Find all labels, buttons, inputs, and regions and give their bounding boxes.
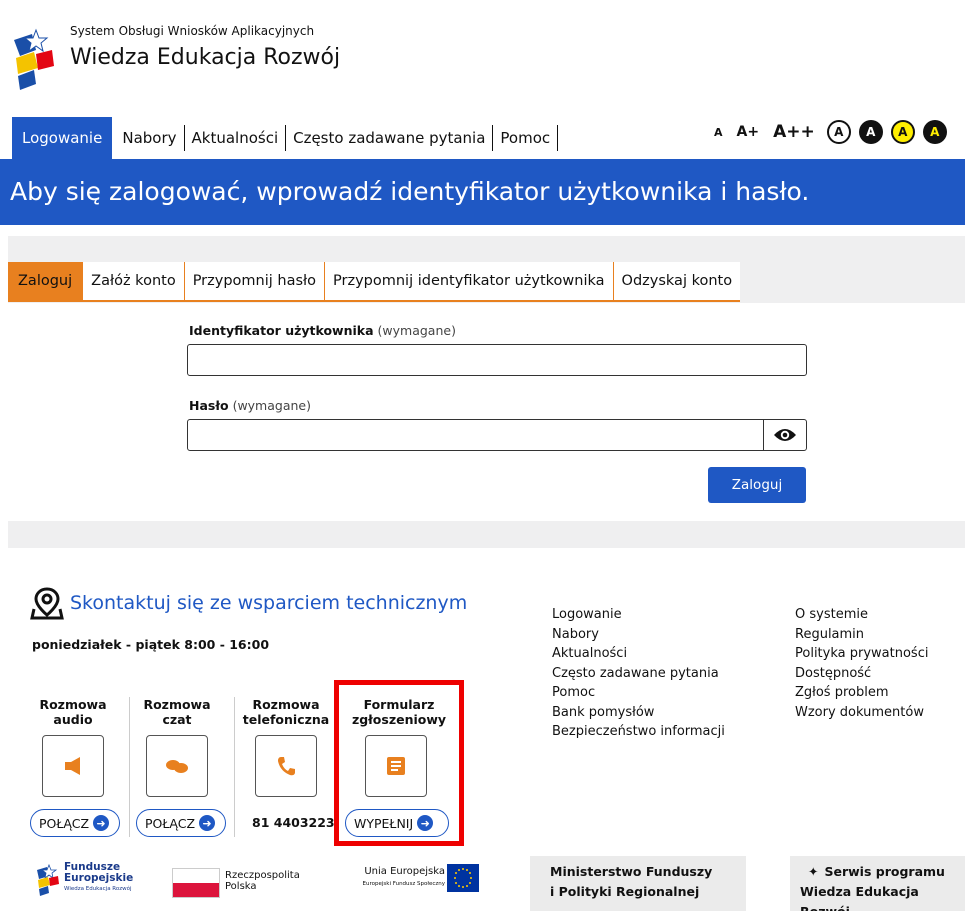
tab-przypomnij-identyfikator[interactable]: Przypomnij identyfikator użytkownika <box>325 262 614 300</box>
poland-flag-icon <box>172 868 220 898</box>
funds-logo-text: Fundusze Europejskie Wiedza Edukacja Roz… <box>64 861 134 893</box>
footer-link-wzory[interactable]: Wzory dokumentów <box>795 703 928 723</box>
divider <box>234 697 235 837</box>
tab-zaloguj[interactable]: Zaloguj <box>8 262 84 300</box>
arrow-right-icon: ➜ <box>199 815 216 831</box>
phone-icon <box>278 757 295 776</box>
program-name: Wiedza Edukacja Rozwój <box>70 45 341 70</box>
tab-zaloz-konto[interactable]: Załóż konto <box>83 262 185 300</box>
speaker-icon <box>65 757 80 775</box>
chat-connect-button[interactable]: POŁĄCZ ➜ <box>136 809 226 837</box>
accessibility-controls: A A+ A++ A A A A <box>714 118 955 146</box>
login-panel <box>8 303 965 521</box>
stars-icon: ✦ <box>808 864 819 879</box>
footer-link-zglos-problem[interactable]: Zgłoś problem <box>795 683 928 703</box>
contrast-default-button[interactable]: A <box>826 120 851 144</box>
funds-small-logo-icon <box>37 863 59 896</box>
footer-link-polityka[interactable]: Polityka prywatności <box>795 644 928 664</box>
footer-link-faq[interactable]: Często zadawane pytania <box>552 664 725 684</box>
tab-odzyskaj-konto[interactable]: Odzyskaj konto <box>614 262 741 300</box>
contrast-black-yellow-button[interactable]: A <box>922 120 947 144</box>
footer-link-nabory[interactable]: Nabory <box>552 625 725 645</box>
footer-link-o-systemie[interactable]: O systemie <box>795 605 928 625</box>
login-tabs: Zaloguj Załóż konto Przypomnij hasło Prz… <box>8 262 741 302</box>
footer-link-aktualnosci[interactable]: Aktualności <box>552 644 725 664</box>
phone-call-button[interactable] <box>255 735 317 797</box>
show-password-toggle[interactable] <box>763 419 807 451</box>
contrast-black-white-button[interactable]: A <box>858 120 883 144</box>
password-label: Hasło (wymagane) <box>189 398 311 413</box>
location-pin-icon <box>30 587 64 620</box>
page: System Obsługi Wniosków Aplikacyjnych Wi… <box>0 0 965 911</box>
user-id-label: Identyfikator użytkownika (wymagane) <box>189 323 456 338</box>
footer-links-info: O systemie Regulamin Polityka prywatnośc… <box>795 605 928 722</box>
highlight-box <box>334 680 464 846</box>
footer-links-main: Logowanie Nabory Aktualności Często zada… <box>552 605 725 742</box>
funds-logo-icon <box>12 22 56 94</box>
password-input[interactable] <box>187 419 765 451</box>
system-name: System Obsługi Wniosków Aplikacyjnych <box>70 24 315 38</box>
footer-link-logowanie[interactable]: Logowanie <box>552 605 725 625</box>
nav-item-pomoc[interactable]: Pomoc <box>493 125 559 151</box>
user-id-input[interactable] <box>187 344 807 376</box>
arrow-right-icon: ➜ <box>93 815 110 831</box>
eu-flag-icon <box>447 864 479 892</box>
footer-link-bezpieczenstwo[interactable]: Bezpieczeństwo informacji <box>552 722 725 742</box>
nav-item-faq[interactable]: Często zadawane pytania <box>286 125 494 151</box>
program-service-link[interactable]: ✦Serwis programu Wiedza Edukacja Rozwój <box>790 856 965 911</box>
footer-link-pomoc[interactable]: Pomoc <box>552 683 725 703</box>
audio-channel-label: Rozmowa audio <box>39 697 107 727</box>
tab-przypomnij-haslo[interactable]: Przypomnij hasło <box>185 262 326 300</box>
footer-link-dostepnosc[interactable]: Dostępność <box>795 664 928 684</box>
support-title: Skontaktuj się ze wsparciem technicznym <box>70 592 468 614</box>
footer-link-regulamin[interactable]: Regulamin <box>795 625 928 645</box>
audio-connect-button[interactable]: POŁĄCZ ➜ <box>30 809 120 837</box>
nav-item-nabory[interactable]: Nabory <box>115 125 185 151</box>
font-size-large-button[interactable]: A++ <box>773 122 815 142</box>
chat-bubbles-icon <box>166 760 188 773</box>
chat-button[interactable] <box>146 735 208 797</box>
eu-logo-text: Unia Europejska Europejski Fundusz Społe… <box>362 866 445 887</box>
font-size-medium-button[interactable]: A+ <box>737 124 760 140</box>
ministry-link[interactable]: Ministerstwo Funduszy i Polityki Regiona… <box>530 856 746 911</box>
poland-text: Rzeczpospolita Polska <box>225 870 300 892</box>
divider <box>129 697 130 837</box>
nav-item-aktualnosci[interactable]: Aktualności <box>185 125 287 151</box>
footer-link-bank-pomyslow[interactable]: Bank pomysłów <box>552 703 725 723</box>
support-hours: poniedziałek - piątek 8:00 - 16:00 <box>32 637 270 652</box>
phone-channel-label: Rozmowa telefoniczna <box>242 697 330 727</box>
contrast-yellow-black-button[interactable]: A <box>890 120 915 144</box>
main-nav: Logowanie Nabory Aktualności Często zada… <box>12 117 559 159</box>
font-size-normal-button[interactable]: A <box>714 126 723 139</box>
eye-icon <box>774 429 796 441</box>
audio-call-button[interactable] <box>42 735 104 797</box>
phone-number: 81 4403223 <box>252 815 335 830</box>
login-submit-button[interactable]: Zaloguj <box>708 467 806 503</box>
nav-item-logowanie[interactable]: Logowanie <box>12 117 113 159</box>
login-banner: Aby się zalogować, wprowadź identyfikato… <box>0 159 965 225</box>
chat-channel-label: Rozmowa czat <box>143 697 211 727</box>
